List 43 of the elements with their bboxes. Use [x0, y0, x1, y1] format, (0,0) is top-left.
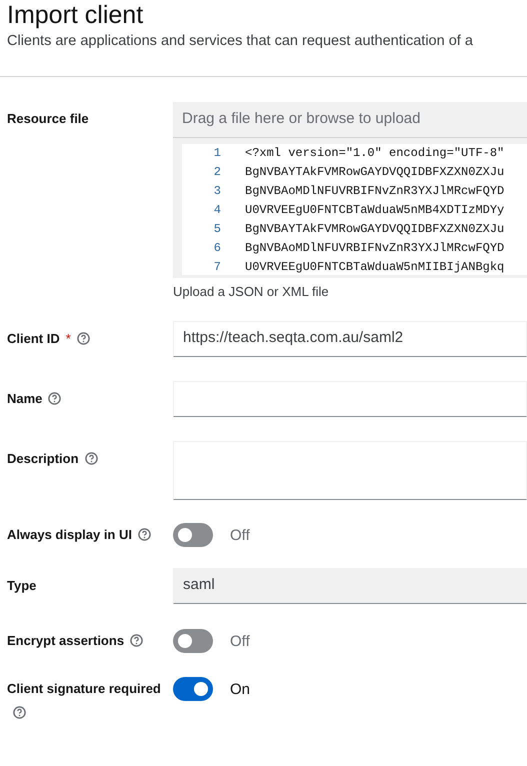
line-number: 1 [212, 145, 221, 162]
toggle-switch[interactable] [173, 677, 213, 701]
help-icon[interactable] [76, 332, 90, 345]
code-line: U0VRVEEgU0FNTCBTaWduaW5nMIIBIjANBgkq [245, 259, 504, 275]
line-number: 2 [212, 164, 221, 181]
upload-placeholder: Drag a file here or browse to upload [173, 102, 527, 138]
page-title: Import client [7, 0, 144, 30]
text-field[interactable] [173, 381, 527, 417]
field-label: Description [7, 451, 79, 466]
toggle-state: Off [230, 632, 250, 650]
code-line: BgNVBAYTAkFVMRowGAYDVQQIDBFXZXN0ZXJu [245, 164, 504, 181]
text-field[interactable]: https://teach.seqta.com.au/saml2 [173, 321, 527, 357]
required-mark: * [66, 331, 71, 346]
help-icon[interactable] [130, 634, 144, 647]
help-icon[interactable] [138, 528, 151, 541]
code-line: <?xml version="1.0" encoding="UTF-8" [245, 145, 504, 162]
field-label: Client ID [7, 331, 60, 346]
line-number: 4 [212, 202, 221, 219]
help-icon[interactable] [48, 392, 62, 405]
code-line: BgNVBAoMDlNFUVRBIFNvZnR3YXJlMRcwFQYD [245, 183, 504, 200]
line-number: 7 [212, 259, 221, 275]
toggle-state: Off [230, 526, 250, 544]
field-label: Resource file [7, 111, 89, 126]
field-label: Name [7, 391, 42, 406]
code-line: BgNVBAoMDlNFUVRBIFNvZnR3YXJlMRcwFQYD [245, 240, 504, 257]
helper-text: Upload a JSON or XML file [173, 284, 330, 299]
toggle-state: On [230, 680, 250, 698]
page-description: Clients are applications and services that can request authentication of a [7, 33, 474, 49]
line-number: 5 [212, 221, 221, 238]
line-number: 3 [212, 183, 221, 200]
help-icon[interactable] [13, 706, 26, 719]
line-number: 6 [212, 240, 221, 257]
field-label: Encrypt assertions [7, 633, 124, 648]
help-icon[interactable] [84, 452, 98, 465]
toggle-switch[interactable] [173, 629, 213, 653]
read-only-field: saml [173, 568, 527, 604]
code-line: U0VRVEEgU0FNTCBTaWduaW5nMB4XDTIzMDYy [245, 202, 504, 219]
code-line: BgNVBAYTAkFVMRowGAYDVQQIDBFXZXN0ZXJu [245, 221, 504, 238]
field-label: Always display in UI [7, 527, 132, 542]
field-label: Type [7, 578, 36, 593]
file-upload-area[interactable] [173, 102, 527, 278]
field-label: Client signature required [7, 681, 161, 696]
toggle-switch[interactable] [173, 523, 213, 547]
